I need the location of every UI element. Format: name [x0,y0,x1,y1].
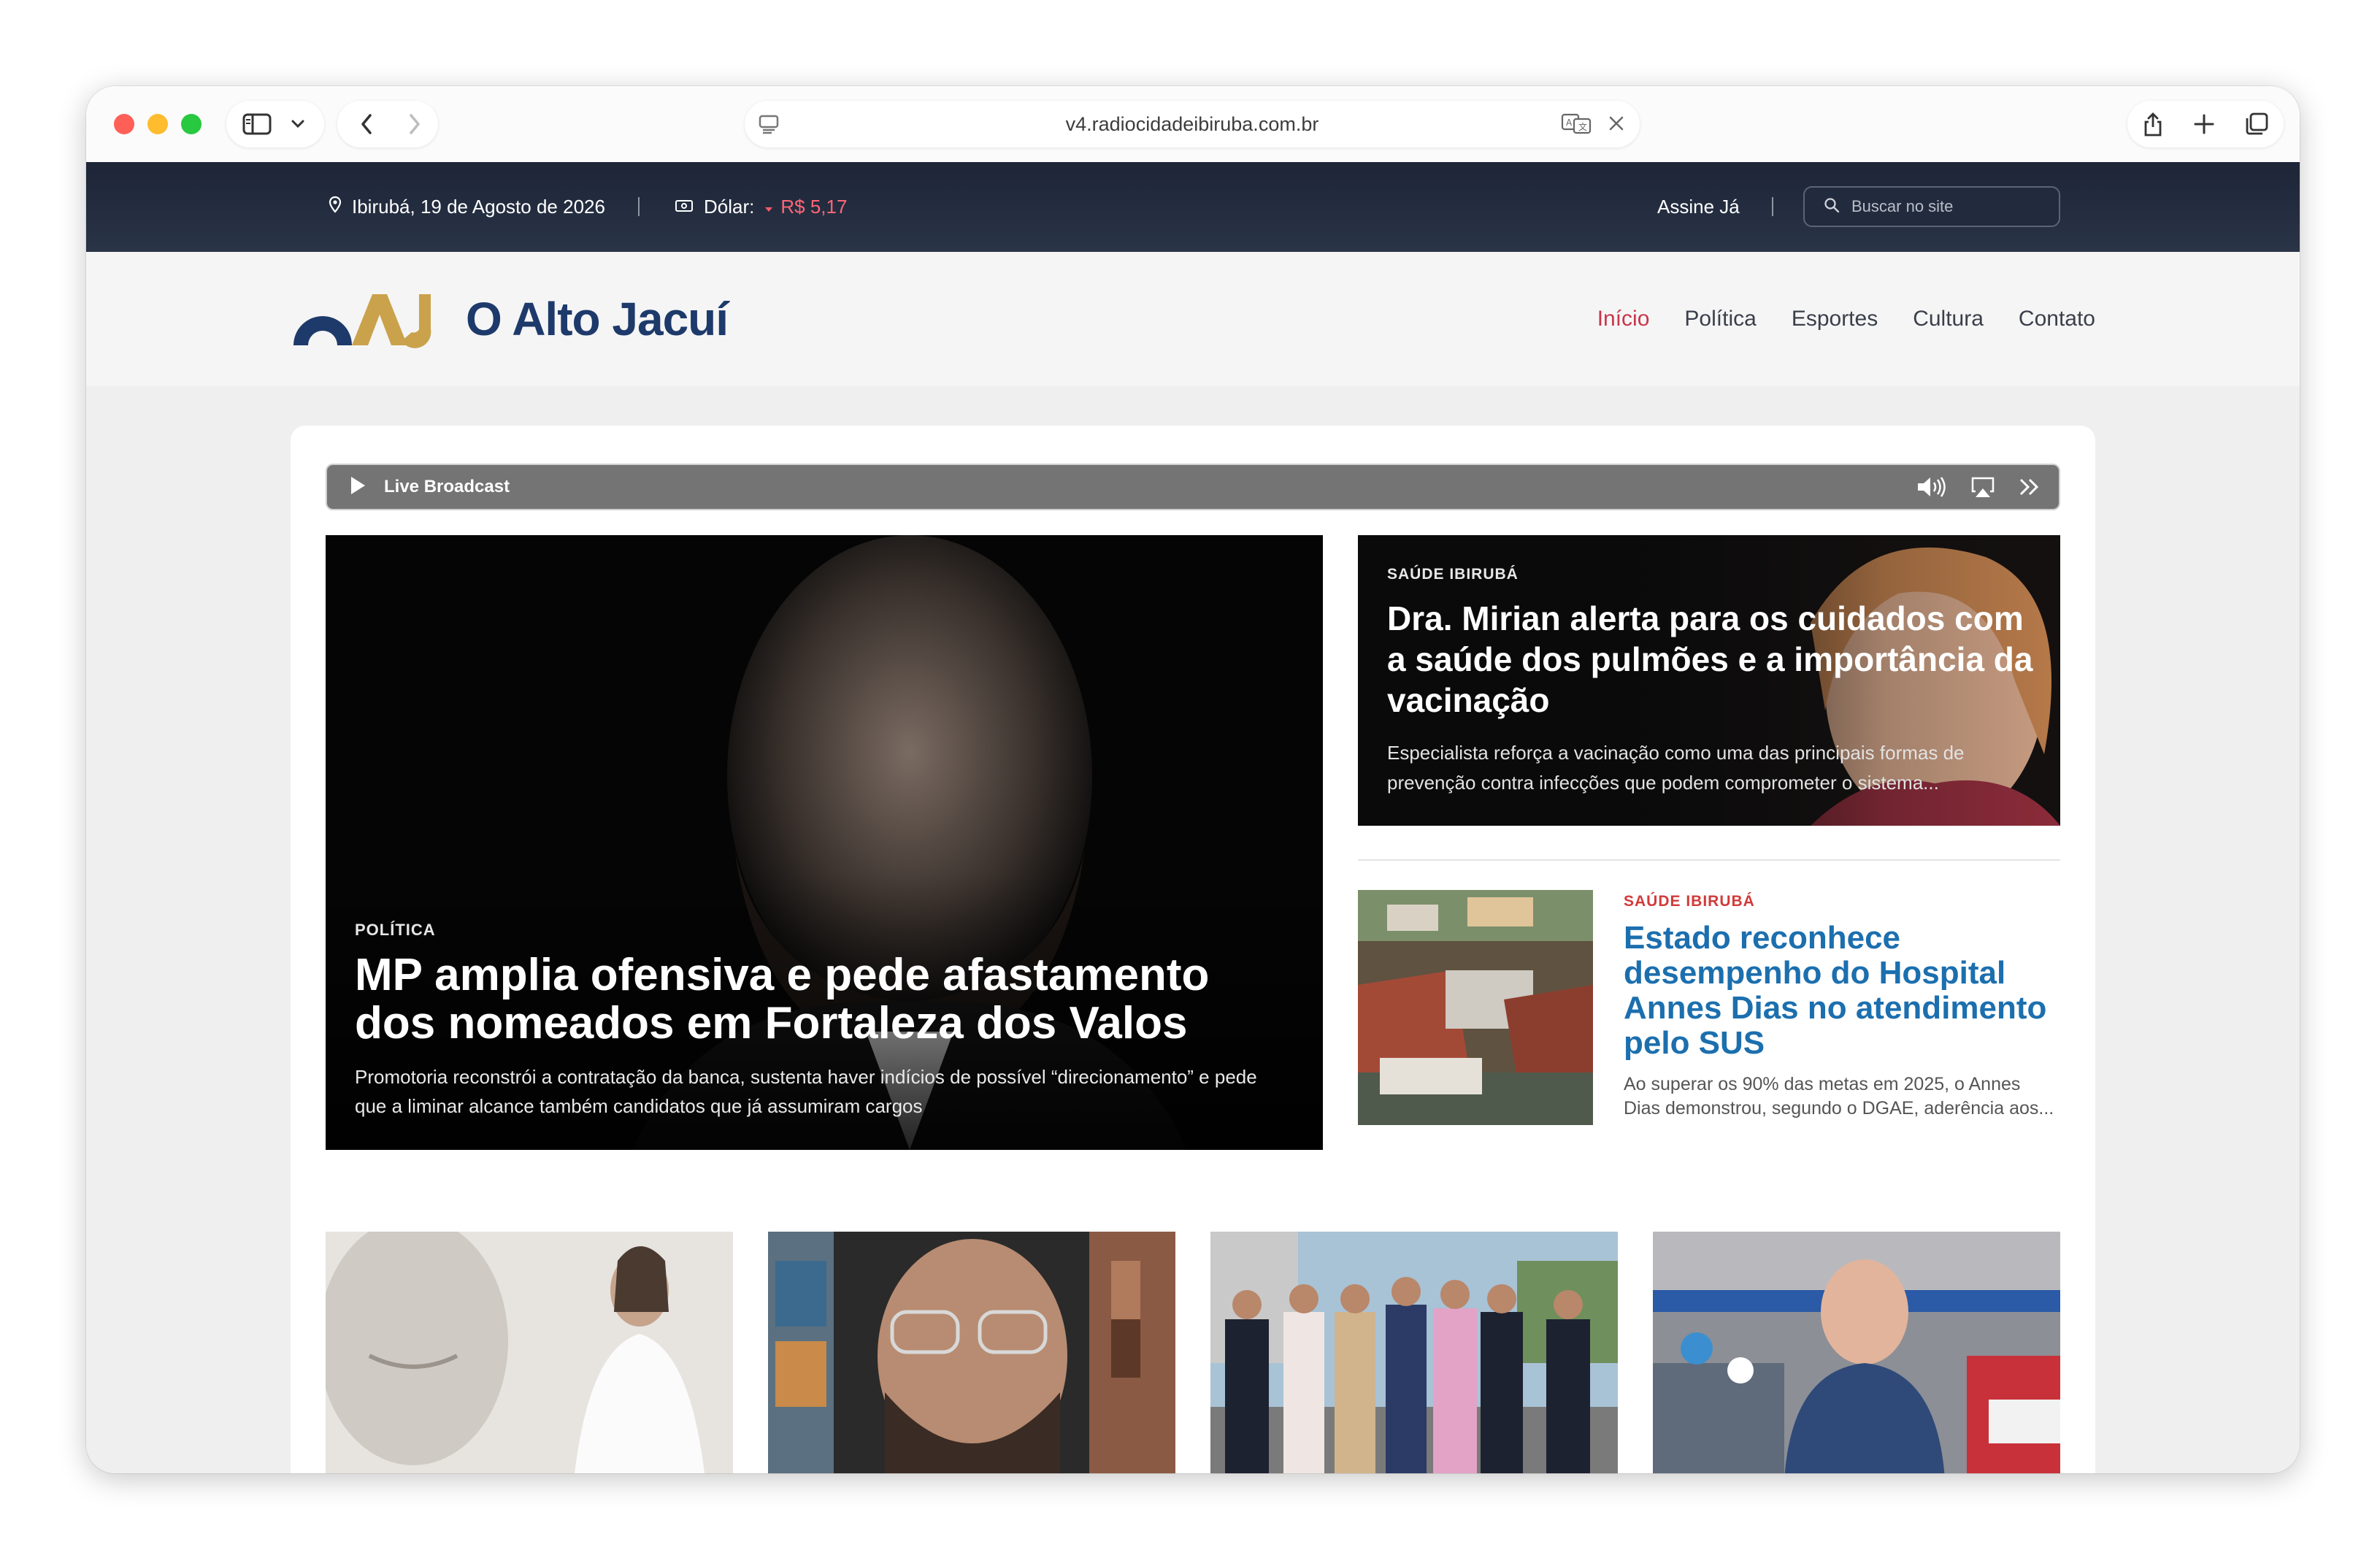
volume-icon[interactable] [1916,475,1948,502]
hero-category[interactable]: POLÍTICA [355,921,436,940]
thumbnail-image [768,1232,1175,1473]
play-icon[interactable] [349,475,366,499]
nav-item-contato[interactable]: Contato [2019,307,2095,331]
history-navigation [337,101,438,147]
story-divider [1358,859,2060,861]
nav-item-inicio[interactable]: Início [1597,307,1650,331]
main-nav: Início Política Esportes Cultura Contato [1597,252,2095,386]
clear-url-icon[interactable] [1608,115,1625,132]
close-window-button[interactable] [114,114,134,134]
site-logo[interactable]: O Alto Jacuí [291,290,729,348]
story-thumbnail[interactable] [768,1232,1175,1473]
player-controls [1916,475,2041,502]
skip-forward-icon[interactable] [2018,477,2041,501]
sidebar-icon [242,113,272,135]
address-bar[interactable]: v4.radiocidadeibiruba.com.br A文 [745,101,1640,147]
side-story-2-image[interactable] [1358,890,1593,1125]
hero-summary: Promotoria reconstrói a contratação da b… [355,1066,1257,1117]
thumbnail-image [326,1232,733,1473]
side-story-2-summary: Ao superar os 90% das metas em 2025, o A… [1624,1074,2054,1118]
toolbar-actions [2127,101,2284,147]
trend-down-icon [764,196,773,218]
dollar-label: Dólar: [704,196,755,218]
svg-text:A: A [1566,118,1573,128]
location-date-text: Ibirubá, 19 de Agosto de 2026 [352,196,605,218]
side-story-overlay[interactable]: SAÚDE IBIRUBÁ Dra. Mirian alerta para os… [1358,535,2060,826]
translate-icon[interactable]: A文 [1561,112,1592,134]
nav-item-esportes[interactable]: Esportes [1792,307,1878,331]
dollar-rate: Dólar: R$ 5,17 [675,162,847,252]
thumbnail-image [1653,1232,2060,1473]
site-search[interactable] [1803,186,2060,227]
side-story-1-summary: Especialista reforça a vacinação como um… [1387,742,1965,794]
search-icon [1824,197,1840,217]
story-thumbnail[interactable] [1653,1232,2060,1473]
address-bar-actions: A文 [1561,112,1625,134]
zoom-window-button[interactable] [181,114,201,134]
topbar-separator [638,197,640,216]
back-arrow-icon[interactable] [359,112,374,136]
forward-arrow-icon[interactable] [407,112,422,136]
minimize-window-button[interactable] [147,114,168,134]
tab-overview-icon[interactable] [2244,112,2269,137]
hero-image [326,535,1323,1150]
browser-window: v4.radiocidadeibiruba.com.br A文 Ibirubá,… [86,86,2300,1473]
side-story-2-headline[interactable]: Estado reconhece desempenho do Hospital … [1624,921,2054,1061]
page-content: Live Broadcast POLÍTICA MP amplia ofensi… [86,386,2300,1473]
nav-item-politica[interactable]: Política [1684,307,1756,331]
live-broadcast-player[interactable]: Live Broadcast [326,464,2060,510]
location-date: Ibirubá, 19 de Agosto de 2026 [329,162,605,252]
subscribe-link[interactable]: Assine Já [1657,162,1740,252]
side-story-2-category[interactable]: SAÚDE IBIRUBÁ [1624,893,1755,910]
hero-story[interactable]: POLÍTICA MP amplia ofensiva e pede afast… [326,535,1323,1150]
player-label: Live Broadcast [384,477,510,496]
story-thumbnail[interactable] [326,1232,733,1473]
site-header: O Alto Jacuí Início Política Esportes Cu… [86,252,2300,388]
airplay-icon[interactable] [1970,475,1996,502]
chevron-down-icon[interactable] [291,119,305,129]
site-topbar: Ibirubá, 19 de Agosto de 2026 Dólar: R$ … [86,162,2300,252]
location-pin-icon [329,196,342,218]
thumbnail-image [1210,1232,1618,1473]
browser-titlebar: v4.radiocidadeibiruba.com.br A文 [86,86,2300,162]
sidebar-toggle-button[interactable] [226,101,324,147]
hero-headline[interactable]: MP amplia ofensiva e pede afastamento do… [355,951,1260,1048]
share-icon[interactable] [2142,111,2164,137]
url-text: v4.radiocidadeibiruba.com.br [1065,112,1319,135]
search-input[interactable] [1850,196,2050,217]
story-thumbnail[interactable] [1210,1232,1618,1473]
topbar-separator [1772,197,1773,216]
side-story-1-category[interactable]: SAÚDE IBIRUBÁ [1387,566,1519,583]
aerial-town-image [1358,890,1593,1125]
logo-text: O Alto Jacuí [466,293,729,345]
reader-mode-icon[interactable] [758,114,780,134]
nav-item-cultura[interactable]: Cultura [1913,307,1984,331]
svg-text:文: 文 [1578,121,1587,132]
logo-mark [293,294,431,348]
new-tab-icon[interactable] [2193,113,2215,135]
main-card: Live Broadcast POLÍTICA MP amplia ofensi… [291,426,2095,1473]
money-icon [675,196,694,218]
side-story-1-headline[interactable]: Dra. Mirian alerta para os cuidados com … [1387,598,2044,721]
dollar-value: R$ 5,17 [780,196,848,218]
